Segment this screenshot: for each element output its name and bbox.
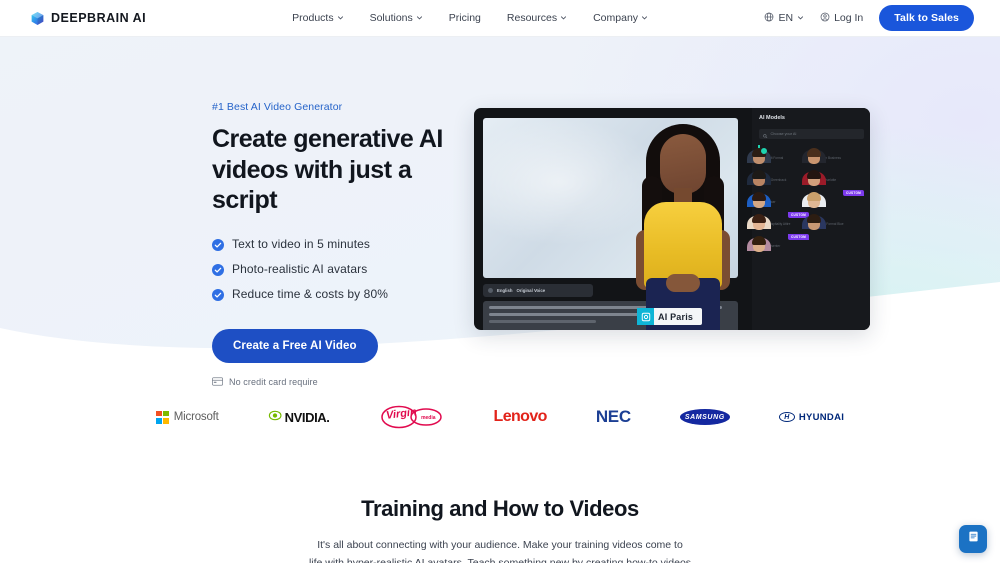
section-body-line-2: life with hyper-realistic AI avatars. Te… <box>309 557 691 563</box>
brand-logo-nec: NEC <box>596 404 631 430</box>
logo-text: DEEPBRAIN AI <box>51 11 147 25</box>
ai-models-search-input[interactable]: Choose your AI <box>759 129 864 139</box>
deepbrain-cube-logo-icon <box>30 11 45 26</box>
list-item: Reduce time & costs by 80% <box>212 287 462 301</box>
brand-logo-lenovo: Lenovo <box>493 404 548 430</box>
language-chip-voice: Original Voice <box>516 288 546 293</box>
list-item-label: Reduce time & costs by 80% <box>232 286 389 301</box>
custom-badge: CUSTOM <box>843 190 864 196</box>
header-utility-group: EN Log In Talk to Sales <box>764 5 974 31</box>
ai-models-grid: Mark Suit Formal Jonathan Business Andrew … <box>747 146 864 252</box>
brand-label: Lenovo <box>493 408 548 425</box>
check-circle-icon <box>212 263 224 276</box>
chevron-down-icon <box>560 14 567 21</box>
list-item: Text to video in 5 minutes <box>212 237 462 251</box>
language-label: EN <box>778 12 794 24</box>
ai-model-card[interactable]: Helen Charlotte <box>802 168 864 186</box>
ai-model-card[interactable]: CUSTOMEmil <box>802 190 864 208</box>
page-title: Create generative AI videos with just a … <box>212 124 462 216</box>
hero-feature-list: Text to video in 5 minutes Photo-realist… <box>212 237 462 301</box>
brand-logo-virgin-media: Virgin media <box>379 404 445 430</box>
samsung-ellipse-icon: SAMSUNG <box>679 409 730 425</box>
brand-label: NEC <box>595 407 631 426</box>
logo[interactable]: DEEPBRAIN AI <box>30 11 146 26</box>
brand-logo-microsoft: Microsoft <box>155 404 219 430</box>
brand-logo-hyundai: H HYUNDAI <box>778 404 845 430</box>
create-free-ai-video-button[interactable]: Create a Free AI Video <box>212 328 378 363</box>
camera-icon <box>637 308 654 325</box>
training-videos-section: Training and How to Videos It's all abou… <box>0 496 1000 563</box>
chevron-down-icon <box>337 14 344 21</box>
flag-icon <box>488 288 493 293</box>
user-circle-icon <box>820 12 830 25</box>
nav-label: Resources <box>506 12 558 24</box>
language-voice-chip[interactable]: English Original Voice <box>483 284 593 297</box>
section-body: It's all about connecting with your audi… <box>0 536 1000 563</box>
brand-label: Microsoft <box>173 411 219 423</box>
search-icon <box>763 125 768 143</box>
customer-logo-strip: Microsoft NVIDIA. Virgin media Lenovo NE… <box>0 398 1000 436</box>
site-header: DEEPBRAIN AI Products Solutions Pricing … <box>0 0 1000 37</box>
language-chip-lang: English <box>497 288 513 293</box>
custom-badge: CUSTOM <box>788 234 809 240</box>
hero-eyebrow: #1 Best AI Video Generator <box>212 101 343 113</box>
nav-label: Pricing <box>448 12 481 24</box>
language-selector[interactable]: EN <box>764 12 804 25</box>
ai-models-search-placeholder: Choose your AI <box>770 132 797 136</box>
login-label: Log In <box>834 12 864 24</box>
hero-copy: #1 Best AI Video Generator Create genera… <box>212 101 462 391</box>
brand-label: NVIDIA. <box>284 409 330 425</box>
nav-item-pricing[interactable]: Pricing <box>449 12 481 24</box>
brand-label: SAMSUNG <box>684 413 725 421</box>
brand-label: HYUNDAI <box>798 411 845 423</box>
list-item: Photo-realistic AI avatars <box>212 262 462 276</box>
microsoft-squares-icon <box>155 410 169 424</box>
headline-line-1: Create generative AI <box>212 125 443 153</box>
chevron-down-icon <box>641 14 648 21</box>
check-circle-icon <box>212 238 224 251</box>
ai-model-card[interactable]: Jonathan Business <box>802 146 864 164</box>
hero-section: #1 Best AI Video Generator Create genera… <box>0 37 1000 387</box>
list-item-label: Photo-realistic AI avatars <box>232 261 368 276</box>
avatar-name-label: AI Paris <box>658 311 694 322</box>
login-link[interactable]: Log In <box>820 12 863 25</box>
selected-indicator-icon <box>761 148 767 154</box>
globe-icon <box>764 12 774 25</box>
product-screenshot[interactable]: English Original Voice AI Paris AI Model… <box>474 108 870 330</box>
nav-label: Products <box>292 12 334 24</box>
script-line <box>489 320 596 323</box>
nav-item-solutions[interactable]: Solutions <box>370 12 423 24</box>
headline-line-2: videos with just a script <box>212 155 412 215</box>
chevron-down-icon <box>416 14 423 21</box>
avatar-name-chip: AI Paris <box>637 308 703 325</box>
no-credit-card-note: No credit card require <box>212 373 462 391</box>
ai-models-panel-title: AI Models <box>759 115 785 121</box>
nav-item-products[interactable]: Products <box>292 12 343 24</box>
section-title: Training and How to Videos <box>361 496 639 521</box>
hyundai-h-icon: H <box>778 412 795 422</box>
main-navigation: Products Solutions Pricing Resources Com… <box>292 12 648 24</box>
nav-label: Solutions <box>369 12 413 24</box>
hyundai-mark: H <box>784 413 790 421</box>
brand-logo-nvidia: NVIDIA. <box>268 404 330 430</box>
list-item-label: Text to video in 5 minutes <box>232 236 371 251</box>
brand-sublabel: media <box>421 415 436 421</box>
nav-item-resources[interactable]: Resources <box>507 12 567 24</box>
ai-models-panel: AI Models Choose your AI Mark Suit Forma… <box>747 108 870 330</box>
ai-model-card[interactable]: CUSTOMNina Presenter <box>747 234 809 252</box>
talk-to-sales-button[interactable]: Talk to Sales <box>879 5 974 31</box>
credit-card-icon <box>212 373 223 391</box>
avatar-presenter-image <box>622 118 744 330</box>
chat-support-button[interactable] <box>959 525 987 553</box>
nvidia-eye-icon <box>268 408 282 426</box>
section-body-line-1: It's all about connecting with your audi… <box>317 539 683 551</box>
check-circle-icon <box>212 288 224 301</box>
chevron-down-icon <box>797 14 804 21</box>
nav-label: Company <box>593 12 639 24</box>
brand-logo-samsung: SAMSUNG <box>679 404 730 430</box>
chat-message-icon <box>966 529 981 549</box>
no-credit-card-label: No credit card require <box>229 376 318 387</box>
ai-model-card[interactable]: Thomas Formal Blue <box>802 212 864 230</box>
nav-item-company[interactable]: Company <box>593 12 648 24</box>
